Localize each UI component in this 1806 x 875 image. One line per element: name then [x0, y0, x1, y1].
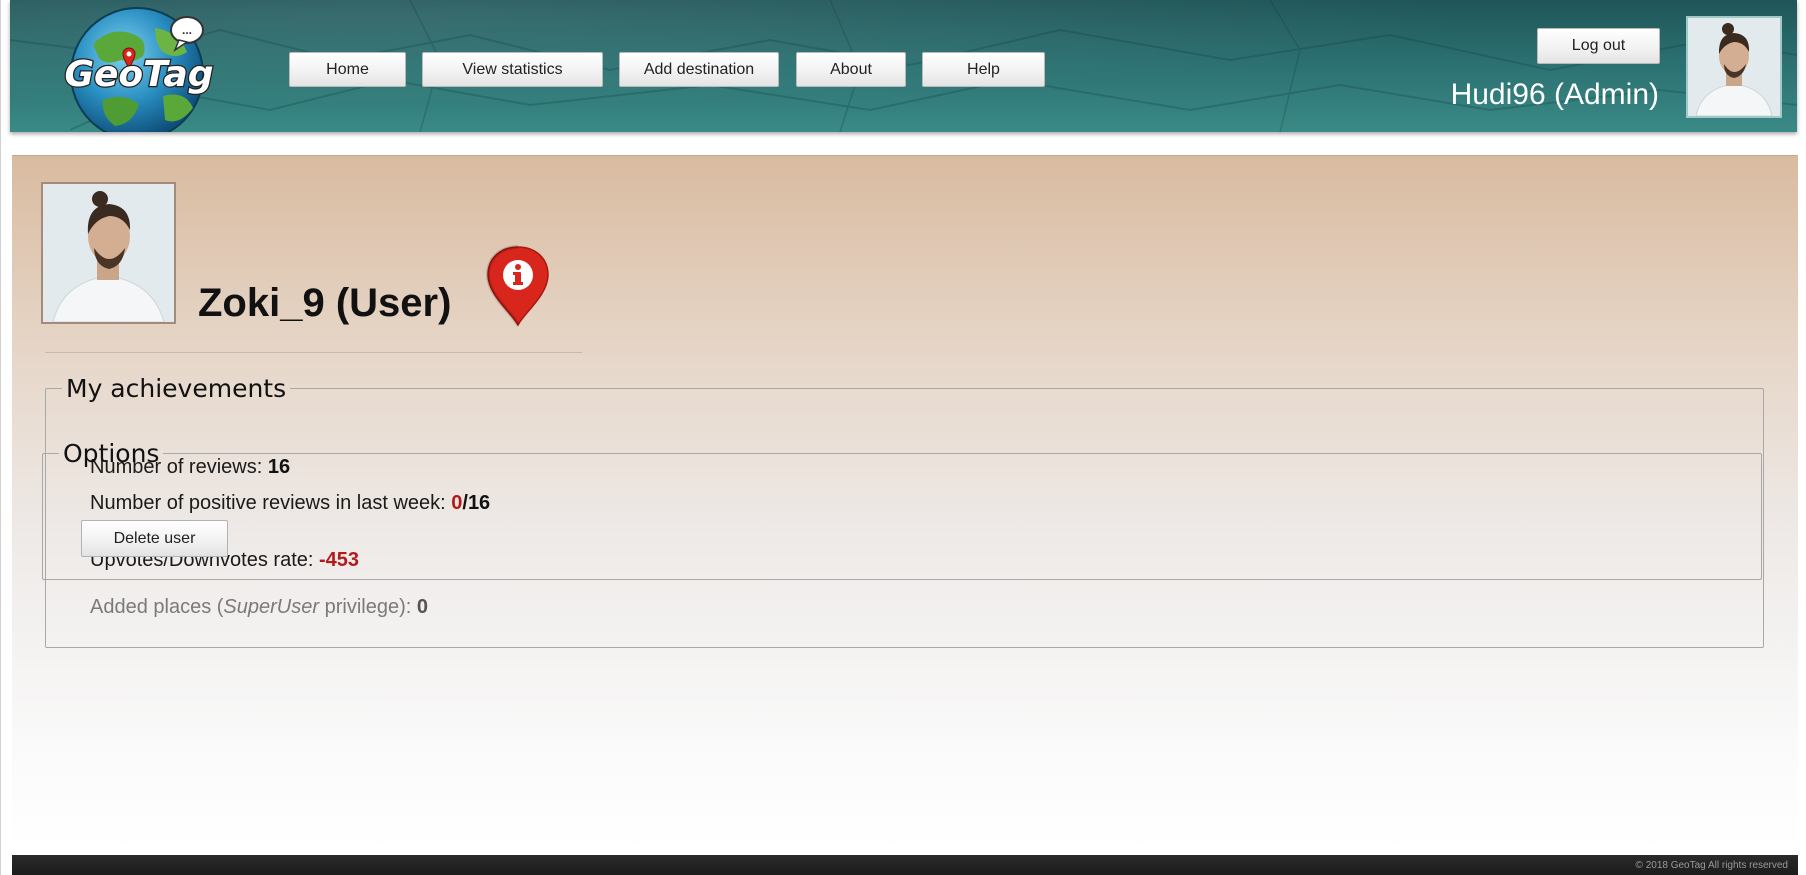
added-places-role: SuperUser — [223, 596, 320, 618]
profile-avatar — [41, 182, 176, 324]
nav-help-button[interactable]: Help — [922, 52, 1045, 87]
nav-about-button[interactable]: About — [796, 52, 906, 87]
added-places-line: Added places (SuperUser privilege): 0 — [90, 596, 428, 619]
logo-text: GeoTag — [64, 54, 213, 95]
added-places-label-start: Added places ( — [90, 596, 224, 618]
footer-bar: © 2018 GeoTag All rights reserved — [12, 855, 1798, 875]
info-pin-icon[interactable] — [482, 243, 554, 329]
added-places-label-end: privilege): — [319, 596, 417, 618]
delete-user-button[interactable]: Delete user — [81, 520, 228, 557]
profile-avatar-image — [43, 184, 174, 322]
nav-add-destination-button[interactable]: Add destination — [619, 52, 779, 87]
user-avatar-image — [1688, 18, 1780, 116]
nav-view-statistics-button[interactable]: View statistics — [422, 52, 603, 87]
header-bar: ... GeoTag Home View statistics Add dest… — [10, 0, 1797, 132]
logout-button[interactable]: Log out — [1537, 28, 1660, 64]
achievements-legend: My achievements — [66, 374, 287, 403]
profile-panel: Zoki_9 (User) My achievements Number of … — [12, 155, 1798, 851]
profile-name: Zoki_9 (User) — [198, 281, 452, 325]
added-places-value: 0 — [416, 596, 428, 618]
header-avatar[interactable] — [1686, 16, 1782, 118]
nav-home-button[interactable]: Home — [289, 52, 406, 87]
options-legend: Options — [63, 439, 160, 468]
copyright-text: © 2018 GeoTag All rights reserved — [1635, 860, 1788, 871]
current-user-label: Hudi96 (Admin) — [1450, 78, 1659, 111]
name-divider — [45, 352, 582, 353]
geotag-logo[interactable]: ... GeoTag — [63, 4, 219, 132]
svg-text:...: ... — [182, 23, 192, 37]
options-box: Options Delete user — [42, 439, 1762, 580]
page: ... GeoTag Home View statistics Add dest… — [0, 0, 1806, 875]
